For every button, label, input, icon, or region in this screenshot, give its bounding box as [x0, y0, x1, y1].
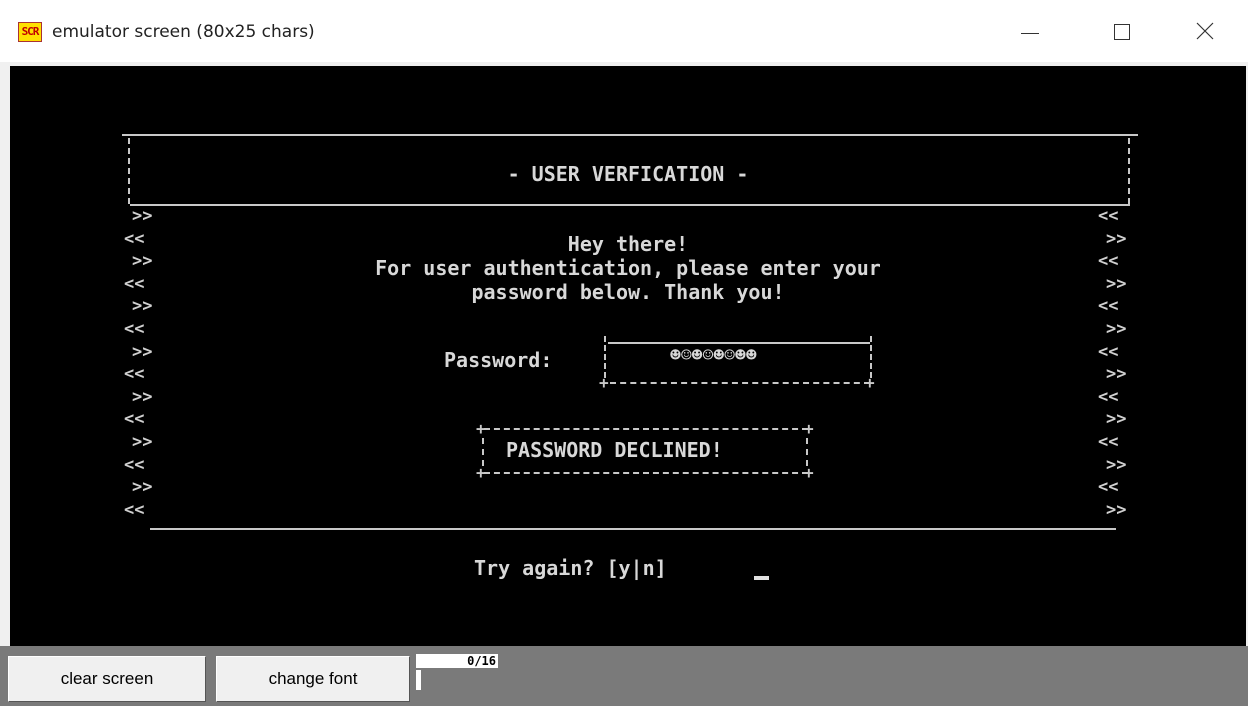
- status-box-top: [484, 428, 808, 430]
- greeting-text: Hey there!: [567, 232, 689, 256]
- message-line-1: For user authentication, please enter yo…: [375, 256, 881, 280]
- border-arrow: >>: [132, 341, 153, 362]
- maximize-icon: [1114, 24, 1130, 40]
- status-box-corner: +: [476, 419, 486, 438]
- change-font-button[interactable]: change font: [216, 656, 410, 702]
- border-arrow: >>: [132, 386, 153, 407]
- password-box-corner: +: [599, 373, 609, 392]
- header-divider: [130, 204, 1130, 206]
- close-icon: [1196, 22, 1214, 40]
- password-label: Password:: [444, 348, 553, 372]
- password-value: ☻☺☻☺☻☺☻☻: [670, 345, 757, 366]
- app-icon: SCR: [18, 22, 42, 42]
- border-arrow: <<: [1098, 386, 1119, 407]
- status-box-left: [482, 438, 484, 466]
- border-arrow: <<: [124, 319, 145, 339]
- clear-screen-button[interactable]: clear screen: [8, 656, 206, 702]
- password-box-corner: +: [865, 373, 875, 392]
- frame-bottom-border: [150, 528, 1116, 530]
- char-counter: 0/16: [467, 654, 496, 668]
- input-progress-bar[interactable]: [416, 670, 421, 690]
- status-box-corner: +: [476, 463, 486, 482]
- screen-heading: - USER VERFICATION -: [507, 162, 749, 186]
- password-box-bottom: [610, 382, 870, 384]
- border-arrow: >>: [1106, 409, 1127, 430]
- status-box-corner: +: [804, 463, 814, 482]
- border-arrow: >>: [132, 206, 153, 226]
- border-arrow: <<: [1098, 341, 1119, 362]
- status-box-bottom: [484, 472, 808, 474]
- border-arrow: <<: [124, 454, 145, 475]
- retry-prompt: Try again? [y|n]: [474, 556, 667, 580]
- maximize-button[interactable]: [1097, 8, 1149, 54]
- border-arrow: >>: [1106, 499, 1127, 520]
- title-bar[interactable]: SCR emulator screen (80x25 chars): [0, 0, 1248, 62]
- status-box-right: [806, 438, 808, 466]
- border-arrow: <<: [124, 499, 145, 520]
- border-arrow: >>: [132, 432, 153, 452]
- minimize-icon: [1021, 33, 1039, 34]
- border-arrow: <<: [1098, 432, 1119, 452]
- status-box-corner: +: [804, 419, 814, 438]
- emulator-window: SCR emulator screen (80x25 chars) - USER…: [0, 0, 1248, 706]
- window-title: emulator screen (80x25 chars): [52, 22, 315, 42]
- border-arrow: <<: [1098, 477, 1119, 498]
- border-arrow: <<: [1098, 206, 1119, 226]
- password-box-left: [604, 336, 606, 378]
- status-message: PASSWORD DECLINED!: [506, 438, 723, 462]
- password-box-right: [870, 336, 872, 378]
- border-arrow: >>: [1106, 319, 1127, 339]
- border-arrow: >>: [1106, 364, 1127, 385]
- close-button[interactable]: [1180, 8, 1232, 54]
- emulator-screen[interactable]: - USER VERFICATION - >> << >> << >> << >> << >> <…: [10, 66, 1246, 646]
- frame-top-border: [122, 134, 1138, 136]
- minimize-button[interactable]: [1004, 8, 1056, 54]
- text-cursor: [754, 576, 769, 580]
- border-arrow: <<: [124, 364, 145, 385]
- message-line-2: password below. Thank you!: [471, 280, 785, 304]
- border-arrow: >>: [132, 477, 153, 498]
- border-arrow: >>: [1106, 454, 1127, 475]
- border-arrow: <<: [124, 409, 145, 430]
